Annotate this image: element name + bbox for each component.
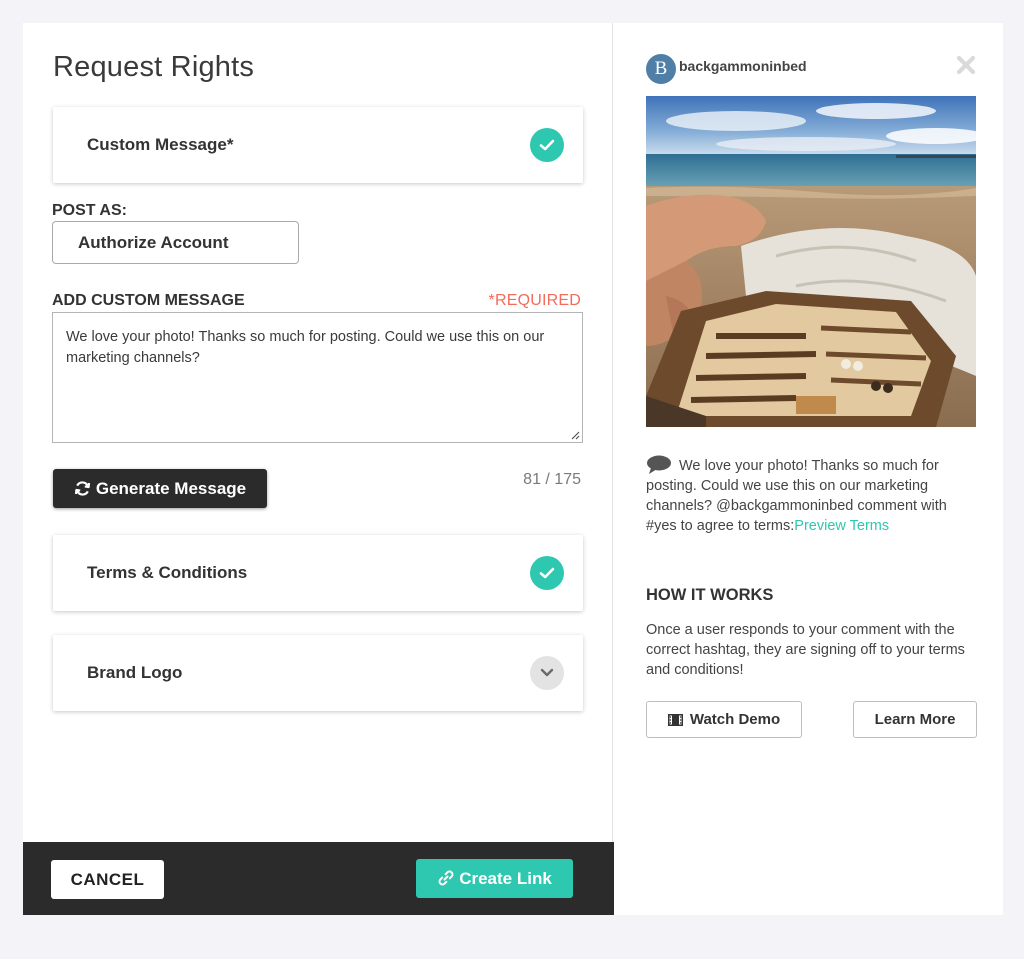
terms-conditions-card[interactable]: Terms & Conditions [53,535,583,611]
username: backgammoninbed [679,58,807,74]
how-it-works-text: Once a user responds to your comment wit… [646,622,965,678]
card-label-brand-logo: Brand Logo [87,663,183,682]
page-title: Request Rights [53,51,255,83]
preview-terms-link[interactable]: Preview Terms [794,518,889,534]
how-it-works-title: HOW IT WORKS [646,586,774,604]
refresh-icon [74,480,90,496]
card-label-terms: Terms & Conditions [87,563,248,582]
request-rights-modal: Request Rights Custom Message* POST AS: … [23,23,1003,915]
character-count: 81 / 175 [523,471,581,488]
post-preview-panel: B backgammoninbed We love your photo! Th… [614,23,1003,915]
post-as-label: POST AS: [52,202,127,219]
caption-comment: We love your photo! Thanks so much for p… [646,456,981,536]
avatar: B [646,54,676,84]
brand-logo-card[interactable]: Brand Logo [53,635,583,711]
required-label: *REQUIRED [488,292,581,309]
cancel-button[interactable]: CANCEL [51,860,164,899]
create-link-label: Create Link [459,868,552,888]
watch-demo-button[interactable]: Watch Demo [646,701,802,738]
left-panel: Request Rights Custom Message* POST AS: … [23,23,614,915]
check-icon [530,128,564,162]
check-icon [530,556,564,590]
resize-handle-icon[interactable] [570,430,580,440]
custom-message-card[interactable]: Custom Message* [53,107,583,183]
watch-demo-label: Watch Demo [689,711,781,728]
custom-message-value: We love your photo! Thanks so much for p… [66,329,545,366]
generate-message-label: Generate Message [95,478,247,498]
learn-more-button[interactable]: Learn More [853,701,977,738]
add-custom-message-label: ADD CUSTOM MESSAGE [52,292,245,309]
card-label-custom-message: Custom Message* [87,135,234,154]
custom-message-textarea[interactable]: We love your photo! Thanks so much for p… [52,312,583,443]
close-icon[interactable] [956,55,976,75]
modal-footer: CANCEL Create Link [23,842,614,915]
link-icon [438,870,454,885]
post-photo [646,96,976,427]
film-icon [667,714,683,726]
chevron-down-icon[interactable] [530,656,564,690]
generate-message-button[interactable]: Generate Message [53,469,267,508]
authorize-account-button[interactable]: Authorize Account [52,221,299,264]
create-link-button[interactable]: Create Link [416,859,573,898]
